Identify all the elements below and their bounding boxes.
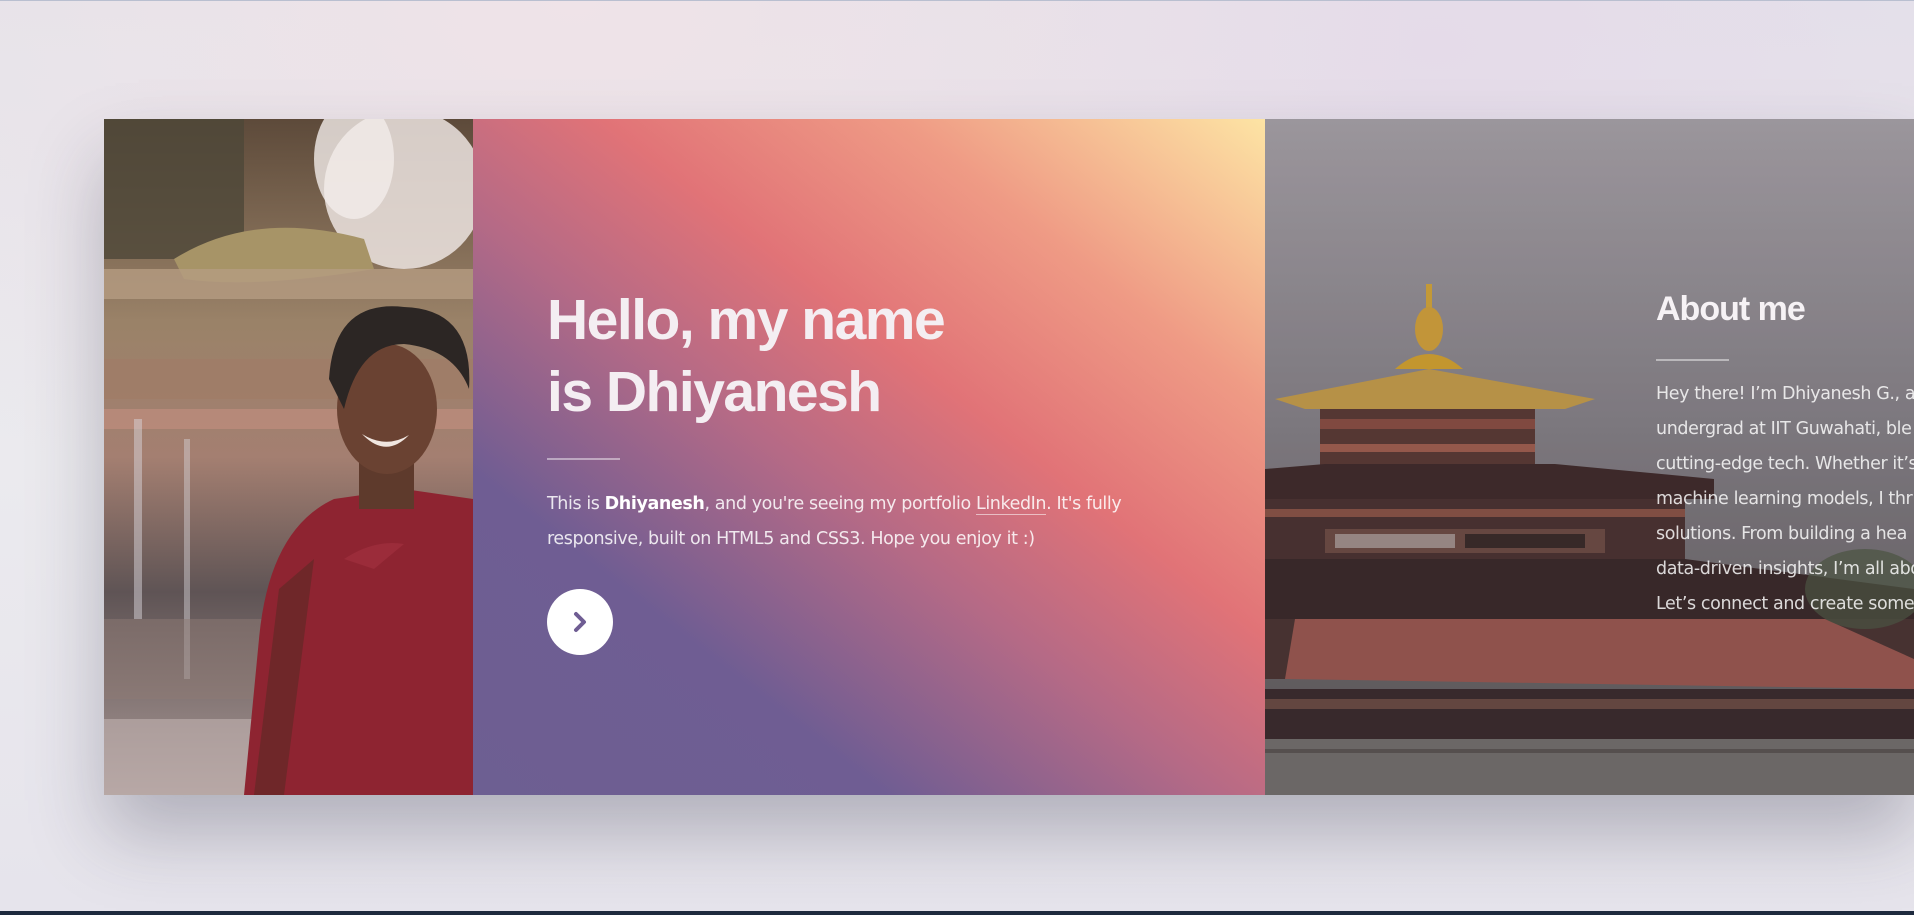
profile-photo-illustration [104,119,473,795]
intro-heading-line-2: is Dhiyanesh [547,360,882,424]
about-line: Hey there! I’m Dhiyanesh G., a [1656,384,1914,404]
intro-section: Hello, my name is Dhiyanesh This is Dhiy… [473,119,1265,795]
about-description: Hey there! I’m Dhiyanesh G., a undergrad… [1656,377,1914,622]
about-line: solutions. From building a hea [1656,524,1907,544]
about-heading: About me [1656,290,1806,328]
about-line: data-driven insights, I’m all abo [1656,559,1914,579]
portfolio-slider: Hello, my name is Dhiyanesh This is Dhiy… [104,119,1914,795]
intro-text-middle: , and you're seeing my portfolio [704,494,976,514]
about-section: About me Hey there! I’m Dhiyanesh G., a … [1265,119,1914,795]
intro-heading-line-1: Hello, my name [547,288,946,352]
about-line: machine learning models, I thr [1656,489,1913,509]
intro-description: This is Dhiyanesh, and you're seeing my … [547,487,1167,557]
top-border [0,0,1914,1]
linkedin-link[interactable]: LinkedIn [975,494,1047,515]
about-line: cutting-edge tech. Whether it’s [1656,454,1914,474]
chevron-right-icon [574,612,586,632]
intro-text-prefix: This is [547,494,605,514]
intro-divider [547,458,620,460]
profile-photo [104,119,473,795]
about-divider [1656,359,1729,361]
about-line: undergrad at IIT Guwahati, ble [1656,419,1912,439]
next-slide-button[interactable] [547,589,613,655]
bottom-border [0,911,1914,915]
about-line: Let’s connect and create some [1656,594,1914,614]
intro-name: Dhiyanesh [604,494,705,514]
intro-heading: Hello, my name is Dhiyanesh [547,284,1067,428]
